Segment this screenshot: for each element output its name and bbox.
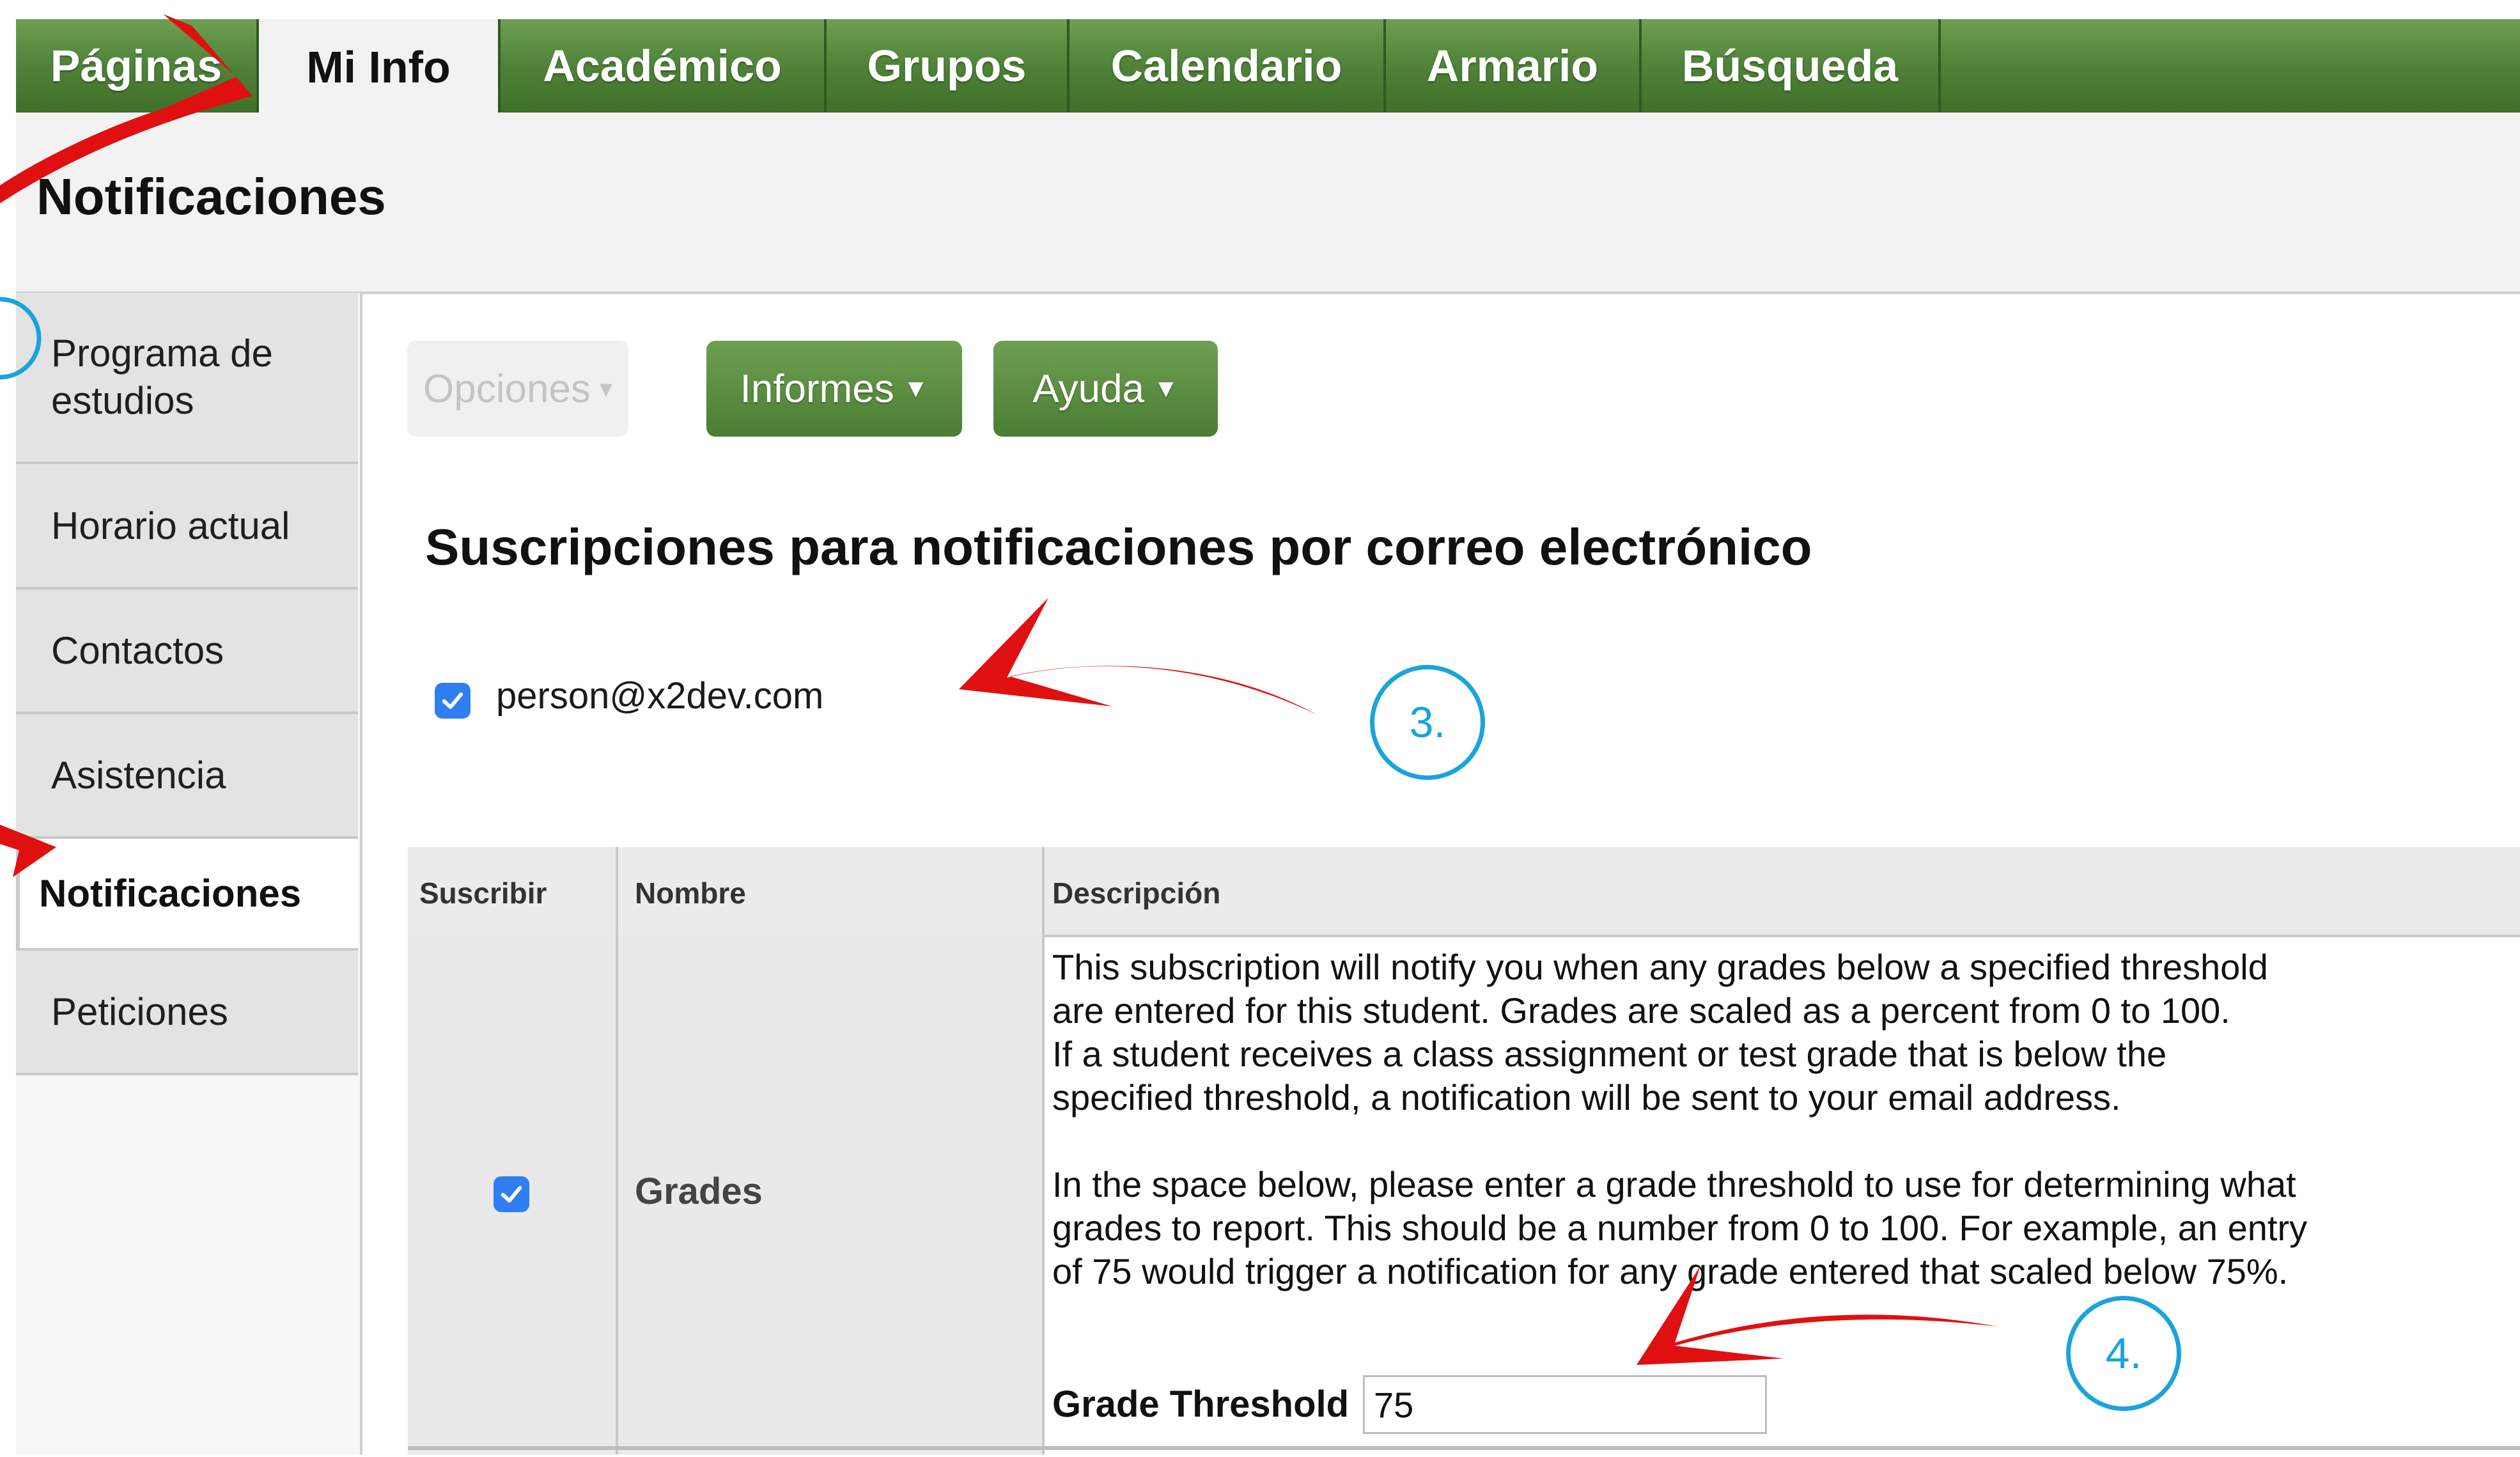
header-nombre[interactable]: Nombre xyxy=(635,876,746,910)
description-line: of 75 would trigger a notification for a… xyxy=(1052,1251,2289,1291)
description-line: This subscription will notify you when a… xyxy=(1052,947,2268,987)
caret-down-icon: ▾ xyxy=(599,375,612,403)
tab-armario[interactable]: Armario xyxy=(1386,19,1642,113)
sidebar-item-horario-actual[interactable]: Horario actual xyxy=(16,464,358,589)
step-4-badge: 4. xyxy=(2066,1296,2181,1411)
options-label: Opciones xyxy=(423,366,591,411)
arrow-annotation xyxy=(959,598,1317,715)
tab-calendario[interactable]: Calendario xyxy=(1069,19,1386,113)
tab-grupos[interactable]: Grupos xyxy=(827,19,1069,113)
column-divider xyxy=(1042,847,1045,1454)
sidebar-item-label: Peticiones xyxy=(51,990,228,1033)
row-name-grades: Grades xyxy=(635,1171,763,1212)
sidebar-item-peticiones[interactable]: Peticiones xyxy=(16,951,358,1075)
step-3-badge: 3. xyxy=(1370,665,1485,780)
sidebar-item-label: Horario actual xyxy=(51,504,290,547)
page-title: Notificaciones xyxy=(36,168,386,225)
caret-down-icon: ▼ xyxy=(903,374,929,403)
description-line: grades to report. This should be a numbe… xyxy=(1052,1208,2308,1248)
help-label: Ayuda xyxy=(1032,366,1145,411)
description-line: specified threshold, a notification will… xyxy=(1052,1077,2121,1118)
email-address: person@x2dev.com xyxy=(496,675,824,717)
description-line: If a student receives a class assignment… xyxy=(1052,1034,2167,1074)
table-bottom-border xyxy=(408,1446,2520,1450)
tab-academico[interactable]: Académico xyxy=(501,19,827,113)
section-title: Suscripciones para notificaciones por co… xyxy=(425,518,1812,575)
checkmark-icon xyxy=(442,692,463,709)
sidebar-item-label: Asistencia xyxy=(51,754,226,797)
sidebar-item-label: Programa de xyxy=(51,332,273,375)
description-line: In the space below, please enter a grade… xyxy=(1052,1164,2296,1204)
email-checkbox[interactable] xyxy=(435,683,471,719)
checkmark-icon xyxy=(501,1186,522,1203)
description-line: are entered for this student. Grades are… xyxy=(1052,990,2230,1031)
caret-down-icon: ▼ xyxy=(1153,374,1179,403)
sidebar-item-programa-de-estudios[interactable]: Programa de estudios xyxy=(16,293,358,464)
grade-threshold-label: Grade Threshold xyxy=(1052,1383,1349,1425)
sidebar-item-label: Contactos xyxy=(51,629,224,672)
page-header xyxy=(16,113,2520,294)
header-suscribir[interactable]: Suscribir xyxy=(419,876,547,910)
sidebar-item-contactos[interactable]: Contactos xyxy=(16,589,358,714)
sidebar-item-asistencia[interactable]: Asistencia xyxy=(16,714,358,839)
tab-busqueda[interactable]: Búsqueda xyxy=(1642,19,1941,113)
sidebar-item-label: estudios xyxy=(51,379,194,422)
sidebar-item-label: Notificaciones xyxy=(39,872,302,915)
options-button[interactable]: Opciones ▾ xyxy=(407,341,628,437)
help-button[interactable]: Ayuda ▼ xyxy=(993,341,1218,437)
header-descripcion[interactable]: Descripción xyxy=(1052,876,1220,910)
tab-paginas[interactable]: Páginas xyxy=(16,19,259,113)
grade-threshold-input[interactable] xyxy=(1363,1375,1767,1434)
grades-checkbox[interactable] xyxy=(494,1176,529,1212)
column-divider xyxy=(616,847,618,1454)
top-navigation-bar: Páginas Mi Info Académico Grupos Calenda… xyxy=(16,19,2520,115)
reports-label: Informes xyxy=(740,366,894,411)
tab-mi-info[interactable]: Mi Info xyxy=(259,19,501,115)
sidebar-item-notificaciones[interactable]: Notificaciones xyxy=(16,839,358,951)
reports-button[interactable]: Informes ▼ xyxy=(706,341,962,437)
